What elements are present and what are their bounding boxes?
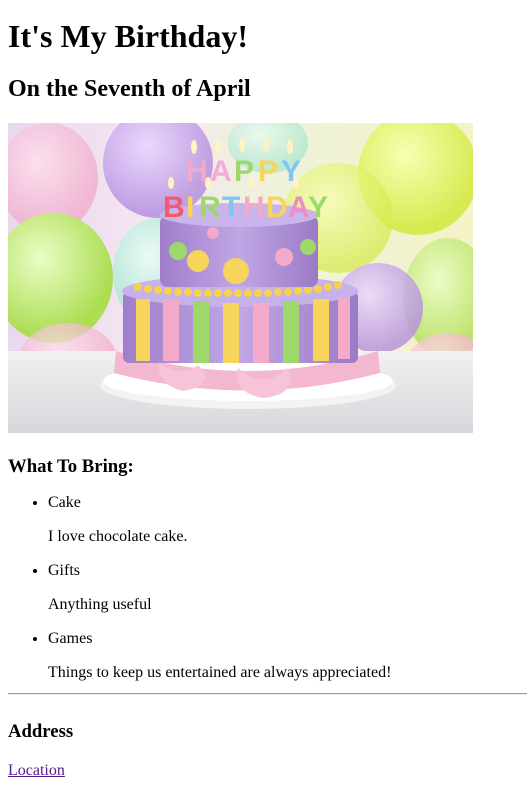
svg-text:D: D — [266, 191, 288, 224]
page-subtitle: On the Seventh of April — [8, 76, 251, 102]
svg-text:H: H — [243, 191, 265, 224]
birthday-cake-image: H A P P Y B I R T H D A Y — [8, 123, 473, 433]
bring-list: Cake I love chocolate cake. Gifts Anythi… — [8, 493, 518, 697]
list-item-games: Games — [48, 629, 518, 649]
list-item-description: Things to keep us entertained are always… — [48, 664, 392, 681]
page-title: It's My Birthday! — [8, 18, 248, 54]
svg-text:H: H — [186, 155, 208, 188]
list-item-description: Anything useful — [48, 596, 152, 613]
list-item-description: I love chocolate cake. — [48, 528, 188, 545]
list-item-cake: Cake — [48, 493, 518, 513]
location-link[interactable]: Location — [8, 761, 65, 781]
svg-text:A: A — [210, 155, 232, 188]
address-heading: Address — [8, 721, 74, 742]
svg-text:I: I — [186, 191, 194, 224]
section-divider — [8, 693, 527, 695]
svg-text:P: P — [258, 155, 278, 188]
svg-text:B: B — [163, 191, 185, 224]
svg-text:Y: Y — [308, 191, 328, 224]
what-to-bring-heading: What To Bring: — [8, 456, 134, 477]
svg-text:T: T — [222, 191, 240, 224]
svg-text:R: R — [199, 191, 221, 224]
svg-text:A: A — [288, 191, 310, 224]
list-item-gifts: Gifts — [48, 561, 518, 581]
